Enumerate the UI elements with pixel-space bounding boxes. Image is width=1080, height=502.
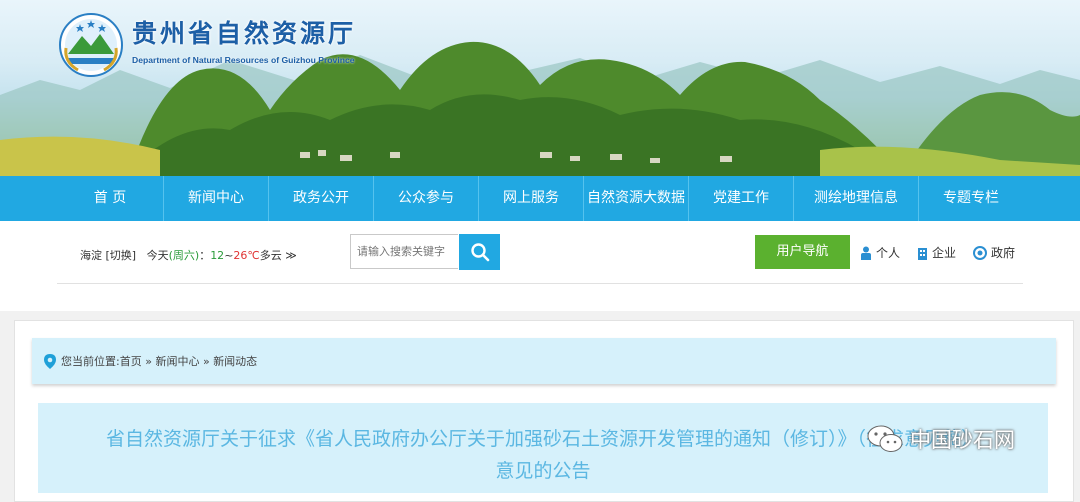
- watermark-text: 中国砂石网: [910, 428, 1015, 452]
- nav-item-home[interactable]: 首 页: [57, 176, 164, 221]
- building-icon: [918, 247, 927, 260]
- user-nav-button[interactable]: 用户导航: [755, 235, 850, 269]
- role-enterprise[interactable]: 企业: [917, 244, 956, 261]
- today-label: 今天: [146, 249, 169, 262]
- role-personal[interactable]: 个人: [860, 244, 900, 261]
- breadcrumb-home[interactable]: 首页: [120, 353, 142, 369]
- search-input[interactable]: [350, 234, 458, 269]
- wechat-icon: [867, 425, 903, 452]
- nav-item-party-building[interactable]: 党建工作: [689, 176, 794, 221]
- nav-item-big-data[interactable]: 自然资源大数据: [584, 176, 689, 221]
- weather-widget: 海淀 [切换] 今天(周六)：12~26℃多云 ≫: [80, 249, 297, 262]
- location-pin-icon: [44, 353, 56, 369]
- article-title-line2: 意见的公告: [495, 460, 591, 482]
- nav-item-government-affairs[interactable]: 政务公开: [269, 176, 374, 221]
- site-title: 贵州省自然资源厅: [132, 19, 357, 48]
- nav-item-public-participation[interactable]: 公众参与: [374, 176, 479, 221]
- nav-item-surveying[interactable]: 测绘地理信息: [794, 176, 919, 221]
- breadcrumb-news-center[interactable]: 新闻中心: [155, 353, 199, 369]
- switch-city-link[interactable]: [切换]: [106, 249, 137, 262]
- search-button[interactable]: [459, 234, 500, 270]
- role-personal-label: 个人: [876, 246, 901, 260]
- divider: [57, 283, 1023, 284]
- weather-more-icon[interactable]: ≫: [285, 249, 297, 262]
- watermark: 中国砂石网: [866, 424, 1015, 454]
- nav-item-news[interactable]: 新闻中心: [164, 176, 269, 221]
- breadcrumb-separator: »: [145, 354, 152, 368]
- breadcrumb: 您当前位置: 首页 » 新闻中心 » 新闻动态: [32, 338, 1056, 384]
- temp-low: 12: [210, 249, 225, 262]
- role-government-label: 政府: [991, 246, 1016, 260]
- logo-emblem[interactable]: [58, 12, 124, 78]
- search-icon: [470, 243, 489, 262]
- weekday: (周六): [168, 249, 200, 262]
- person-icon: [861, 246, 871, 260]
- temp-high: 26℃: [233, 249, 260, 262]
- breadcrumb-news-updates[interactable]: 新闻动态: [213, 353, 257, 369]
- breadcrumb-separator: »: [202, 354, 210, 368]
- gov-icon: [973, 245, 987, 260]
- site-banner: 贵州省自然资源厅 Department of Natural Resources…: [0, 0, 1080, 176]
- weather-location: 海淀: [80, 249, 102, 262]
- breadcrumb-prefix: 您当前位置:: [61, 355, 120, 368]
- nav-item-special-topics[interactable]: 专题专栏: [919, 176, 1023, 221]
- weather-condition: 多云: [259, 249, 282, 262]
- toolbar: 海淀 [切换] 今天(周六)：12~26℃多云 ≫ 用户导航 个人 企业: [0, 221, 1080, 311]
- role-government[interactable]: 政府: [973, 244, 1015, 261]
- main-nav: 首 页 新闻中心 政务公开 公众参与 网上服务 自然资源大数据 党建工作 测绘地…: [0, 176, 1080, 221]
- nav-item-online-services[interactable]: 网上服务: [479, 176, 584, 221]
- site-subtitle: Department of Natural Resources of Guizh…: [132, 55, 355, 65]
- role-enterprise-label: 企业: [932, 246, 957, 260]
